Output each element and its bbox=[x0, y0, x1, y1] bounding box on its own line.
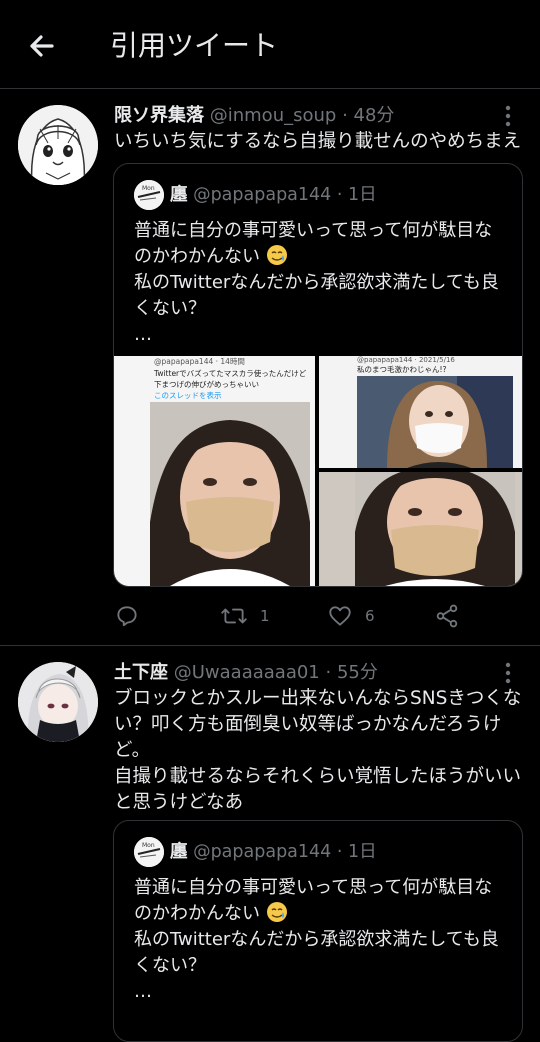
svg-text:Mon: Mon bbox=[142, 185, 155, 192]
retweet-icon bbox=[221, 608, 247, 624]
screenshot-caption: 下まつげの伸びがめっちゃいい bbox=[154, 380, 259, 389]
tearful-smile-emoji-icon bbox=[266, 902, 287, 922]
quoted-text-line: のかわかんない bbox=[134, 244, 510, 270]
tweet-text-line: 自撮り載せるならそれくらい覚悟したほうがいい bbox=[114, 766, 522, 787]
selfie-photo bbox=[355, 472, 515, 586]
separator-dot: · bbox=[325, 662, 332, 683]
media-grid: @papapapa144 · 14時間 Twitterでバズってたマスカラ使った… bbox=[114, 356, 522, 586]
reply-button[interactable] bbox=[114, 599, 140, 633]
quoted-tweet-time: 1日 bbox=[348, 842, 377, 862]
screenshot-thread-link: このスレッドを表示 bbox=[154, 391, 222, 400]
manga-girl-avatar-icon bbox=[18, 105, 98, 185]
tweet-text-line: ど。 bbox=[114, 740, 151, 761]
sketch-avatar-icon: Mon bbox=[134, 180, 164, 210]
separator-dot: · bbox=[336, 185, 343, 205]
media-image-top-right[interactable]: @papapapa144 · 2021/5/16 私のまつ毛激かわじゃん!? bbox=[319, 356, 522, 468]
svg-text:Mon: Mon bbox=[142, 842, 155, 849]
quoted-tweet-header: 廛 @papapapa144 · 1日 bbox=[170, 838, 377, 866]
tweet[interactable]: 限ソ界集落 @inmou_soup · 48分 いちいち気にするなら自撮り載せん… bbox=[0, 89, 540, 646]
like-count: 6 bbox=[365, 607, 375, 625]
retweet-count: 1 bbox=[260, 607, 270, 625]
avatar[interactable] bbox=[18, 105, 98, 185]
quoted-avatar[interactable]: Mon bbox=[134, 837, 164, 867]
reply-icon bbox=[117, 606, 137, 627]
like-button[interactable]: 6 bbox=[327, 599, 375, 633]
author-handle[interactable]: @inmou_soup bbox=[210, 105, 337, 126]
tweet-header: 限ソ界集落 @inmou_soup · 48分 bbox=[114, 103, 394, 129]
tweet-text-line: いちいち気にするなら自撮り載せんのやめちまえ bbox=[114, 131, 522, 152]
tearful-smile-emoji-icon bbox=[266, 245, 287, 265]
quoted-author-handle: @papapapa144 bbox=[193, 185, 332, 205]
author-name[interactable]: 土下座 bbox=[114, 662, 168, 683]
more-vertical-icon bbox=[505, 662, 511, 684]
screenshot-header: @papapapa144 · 14時間 bbox=[154, 357, 245, 366]
quoted-tweet[interactable]: Mon 廛 @papapapa144 · 1日 普通に自分の事可愛いって思って何… bbox=[113, 820, 523, 1042]
quoted-author-handle: @papapapa144 bbox=[193, 842, 332, 862]
heart-icon bbox=[329, 606, 351, 626]
tweet-time[interactable]: 55分 bbox=[337, 662, 378, 683]
separator-dot: · bbox=[342, 105, 348, 126]
more-vertical-icon bbox=[505, 105, 511, 127]
quoted-text-line: 普通に自分の事可愛いって思って何が駄目な bbox=[134, 877, 493, 898]
tweet-text-line: い？叩く方も面倒臭い奴等ばっかなんだろうけ bbox=[114, 714, 502, 735]
quoted-text-line: くない？ bbox=[134, 955, 206, 976]
anime-character-avatar-icon bbox=[18, 662, 98, 742]
tweet-text-line: ブロックとかスルー出来ないんならSNSきつくな bbox=[114, 688, 522, 709]
author-handle[interactable]: @Uwaaaaaaa01 bbox=[174, 662, 320, 683]
share-button[interactable] bbox=[434, 599, 460, 633]
quoted-text-line: のかわかんない bbox=[134, 901, 510, 927]
tweet-actions: 1 6 bbox=[114, 599, 524, 633]
quoted-tweet[interactable]: Mon 廛 @papapapa144 · 1日 普通に自分の事可愛いって思って何… bbox=[113, 163, 523, 587]
quoted-tweet-header: 廛 @papapapa144 · 1日 bbox=[170, 181, 377, 209]
quoted-text-line: 私のTwitterなんだから承認欲求満たしても良 bbox=[134, 929, 499, 950]
quoted-tweet-text: 普通に自分の事可愛いって思って何が駄目な のかわかんない 私のTwitterなん… bbox=[134, 875, 510, 1005]
screenshot-caption: 私のまつ毛激かわじゃん!? bbox=[357, 365, 447, 374]
tweet-header: 土下座 @Uwaaaaaaa01 · 55分 bbox=[114, 660, 378, 686]
screenshot-caption: Twitterでバズってたマスカラ使ったんだけど bbox=[154, 369, 307, 378]
quoted-text-line: 普通に自分の事可愛いって思って何が駄目な bbox=[134, 220, 493, 241]
quoted-author-name: 廛 bbox=[170, 842, 188, 862]
more-options-button[interactable] bbox=[498, 103, 518, 129]
screenshot-header: @papapapa144 · 2021/5/16 bbox=[357, 356, 455, 364]
author-name[interactable]: 限ソ界集落 bbox=[114, 105, 204, 126]
more-options-button[interactable] bbox=[498, 660, 518, 686]
media-image-left[interactable]: @papapapa144 · 14時間 Twitterでバズってたマスカラ使った… bbox=[114, 356, 315, 586]
media-image-bottom-right[interactable] bbox=[319, 472, 522, 586]
back-button[interactable] bbox=[22, 26, 62, 66]
tweet-text-line: と思うけどなあ bbox=[114, 792, 244, 813]
quoted-text-line: 私のTwitterなんだから承認欲求満たしても良 bbox=[134, 272, 499, 293]
tweet[interactable]: 土下座 @Uwaaaaaaa01 · 55分 ブロックとかスルー出来ないんならS… bbox=[0, 646, 540, 1042]
quoted-text-ellipsis: … bbox=[134, 981, 152, 1002]
tweet-text: いちいち気にするなら自撮り載せんのやめちまえ bbox=[114, 129, 524, 155]
quoted-tweet-time: 1日 bbox=[348, 185, 377, 205]
retweet-button[interactable]: 1 bbox=[220, 599, 270, 633]
avatar[interactable] bbox=[18, 662, 98, 742]
selfie-photo bbox=[150, 402, 310, 586]
page-title: 引用ツイート bbox=[110, 29, 279, 62]
tweet-text: ブロックとかスルー出来ないんならSNSきつくな い？叩く方も面倒臭い奴等ばっかな… bbox=[114, 686, 524, 816]
quoted-text-ellipsis: … bbox=[134, 324, 152, 345]
arrow-left-icon bbox=[30, 35, 54, 57]
quoted-tweet-text: 普通に自分の事可愛いって思って何が駄目な のかわかんない 私のTwitterなん… bbox=[134, 218, 510, 348]
share-icon bbox=[436, 604, 458, 628]
sketch-avatar-icon: Mon bbox=[134, 837, 164, 867]
separator-dot: · bbox=[336, 842, 343, 862]
top-bar: 引用ツイート bbox=[0, 0, 540, 89]
masked-selfie-photo bbox=[357, 376, 513, 468]
quoted-text-line: くない？ bbox=[134, 298, 206, 319]
quoted-author-name: 廛 bbox=[170, 185, 188, 205]
quoted-avatar[interactable]: Mon bbox=[134, 180, 164, 210]
tweet-time[interactable]: 48分 bbox=[354, 105, 395, 126]
